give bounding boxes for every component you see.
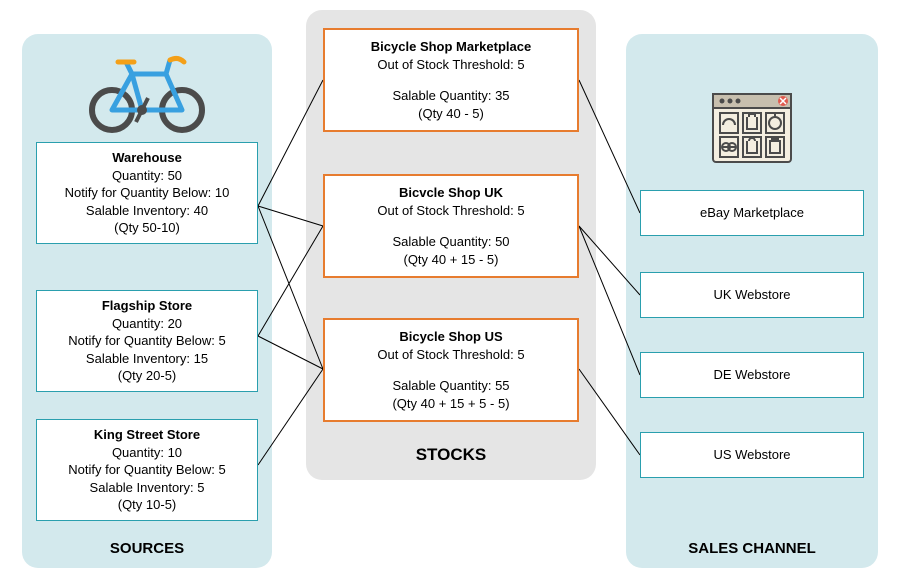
diagram-stage: Warehouse Quantity: 50 Notify for Quanti… [0,0,900,582]
stock-calc: (Qty 40 + 15 - 5) [329,251,573,269]
stocks-label: STOCKS [306,445,596,465]
stock-box-uk: Bicvcle Shop UK Out of Stock Threshold: … [323,174,579,278]
sales-label: UK Webstore [713,286,790,304]
source-box-warehouse: Warehouse Quantity: 50 Notify for Quanti… [36,142,258,244]
source-notify: Notify for Quantity Below: 10 [41,184,253,202]
stock-calc: (Qty 40 + 15 + 5 - 5) [329,395,573,413]
stock-salable: Salable Quantity: 35 [329,87,573,105]
sales-box-us: US Webstore [640,432,864,478]
source-calc: (Qty 10-5) [41,496,253,514]
sources-label: SOURCES [22,540,272,557]
source-calc: (Qty 50-10) [41,219,253,237]
source-title: King Street Store [41,426,253,444]
sales-label: US Webstore [713,446,790,464]
stock-threshold: Out of Stock Threshold: 5 [329,56,573,74]
sales-box-uk: UK Webstore [640,272,864,318]
source-box-flagship: Flagship Store Quantity: 20 Notify for Q… [36,290,258,392]
source-qty: Quantity: 50 [41,167,253,185]
source-title: Flagship Store [41,297,253,315]
source-title: Warehouse [41,149,253,167]
stock-title: Bicvcle Shop UK [329,184,573,202]
stock-threshold: Out of Stock Threshold: 5 [329,202,573,220]
source-notify: Notify for Quantity Below: 5 [41,461,253,479]
sales-label: DE Webstore [713,366,790,384]
sales-box-ebay: eBay Marketplace [640,190,864,236]
source-salable: Salable Inventory: 15 [41,350,253,368]
webstore-icon [712,93,792,163]
stock-title: Bicycle Shop US [329,328,573,346]
source-salable: Salable Inventory: 5 [41,479,253,497]
stock-threshold: Out of Stock Threshold: 5 [329,346,573,364]
source-qty: Quantity: 20 [41,315,253,333]
sales-label-heading: SALES CHANNEL [626,540,878,557]
stock-box-us: Bicycle Shop US Out of Stock Threshold: … [323,318,579,422]
stock-title: Bicycle Shop Marketplace [329,38,573,56]
stock-calc: (Qty 40 - 5) [329,105,573,123]
stock-box-marketplace: Bicycle Shop Marketplace Out of Stock Th… [323,28,579,132]
source-box-kingstreet: King Street Store Quantity: 10 Notify fo… [36,419,258,521]
bicycle-icon [88,52,206,134]
stock-salable: Salable Quantity: 55 [329,377,573,395]
stock-salable: Salable Quantity: 50 [329,233,573,251]
source-salable: Salable Inventory: 40 [41,202,253,220]
source-calc: (Qty 20-5) [41,367,253,385]
sales-box-de: DE Webstore [640,352,864,398]
source-notify: Notify for Quantity Below: 5 [41,332,253,350]
sales-label: eBay Marketplace [700,204,804,222]
source-qty: Quantity: 10 [41,444,253,462]
